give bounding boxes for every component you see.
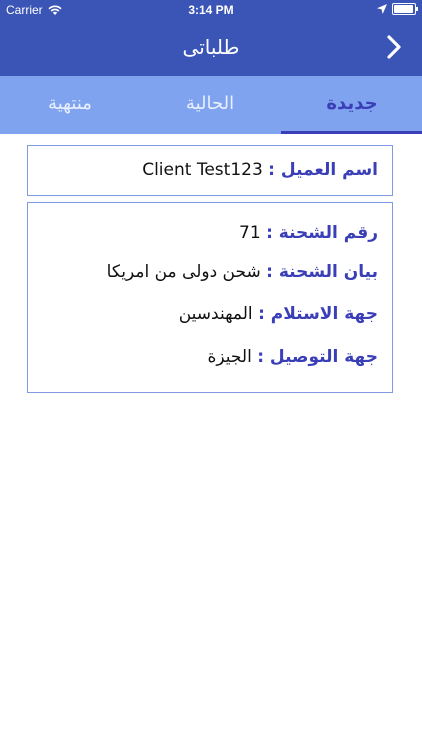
tab-new[interactable]: جديدة <box>282 76 422 134</box>
battery-icon <box>392 3 418 15</box>
status-time: 3:14 PM <box>188 3 234 17</box>
shipment-description-label: بيان الشحنة : <box>266 262 378 282</box>
status-right <box>377 3 418 15</box>
shipment-number-row: رقم الشحنة : 71 <box>239 223 378 243</box>
shipment-number-label: رقم الشحنة : <box>266 223 378 243</box>
shipment-card[interactable]: رقم الشحنة : 71 بيان الشحنة : شحن دولى م… <box>27 202 393 393</box>
tab-bar: منتهية الحالية جديدة <box>0 76 422 134</box>
shipment-description-value: شحن دولى من امريكا <box>106 262 261 282</box>
client-value: Client Test123 <box>142 160 263 180</box>
status-bar: Carrier 3:14 PM <box>0 0 422 20</box>
location-arrow-icon <box>377 4 387 14</box>
battery-fill <box>394 5 413 13</box>
tab-current[interactable]: الحالية <box>140 76 280 134</box>
pickup-row: جهة الاستلام : المهندسين <box>179 304 378 324</box>
pickup-label: جهة الاستلام : <box>258 304 378 324</box>
shipment-description-row: بيان الشحنة : شحن دولى من امريكا <box>107 262 378 282</box>
client-label: اسم العميل : <box>268 160 378 180</box>
page-title: طلباتى <box>182 35 240 59</box>
delivery-label: جهة التوصيل : <box>257 347 378 367</box>
navigation-bar: طلباتى <box>0 20 422 76</box>
active-tab-indicator <box>281 131 422 134</box>
delivery-value: الجيزة <box>207 347 252 367</box>
client-row: اسم العميل : Client Test123 <box>142 160 378 180</box>
chevron-right-icon[interactable] <box>382 32 408 62</box>
delivery-row: جهة التوصيل : الجيزة <box>208 347 378 367</box>
shipment-number-value: 71 <box>239 223 261 243</box>
client-card[interactable]: اسم العميل : Client Test123 <box>27 145 393 196</box>
pickup-value: المهندسين <box>178 304 253 324</box>
tab-finished[interactable]: منتهية <box>0 76 140 134</box>
